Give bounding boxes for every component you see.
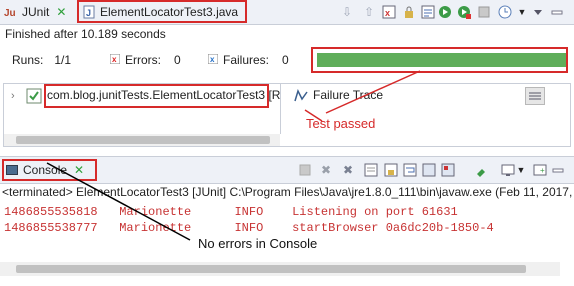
test-passed-annotation: Test passed (306, 116, 376, 131)
test-passed-arrow-long (325, 70, 421, 114)
no-errors-annotation: No errors in Console (198, 236, 318, 251)
no-errors-arrow (46, 162, 191, 241)
